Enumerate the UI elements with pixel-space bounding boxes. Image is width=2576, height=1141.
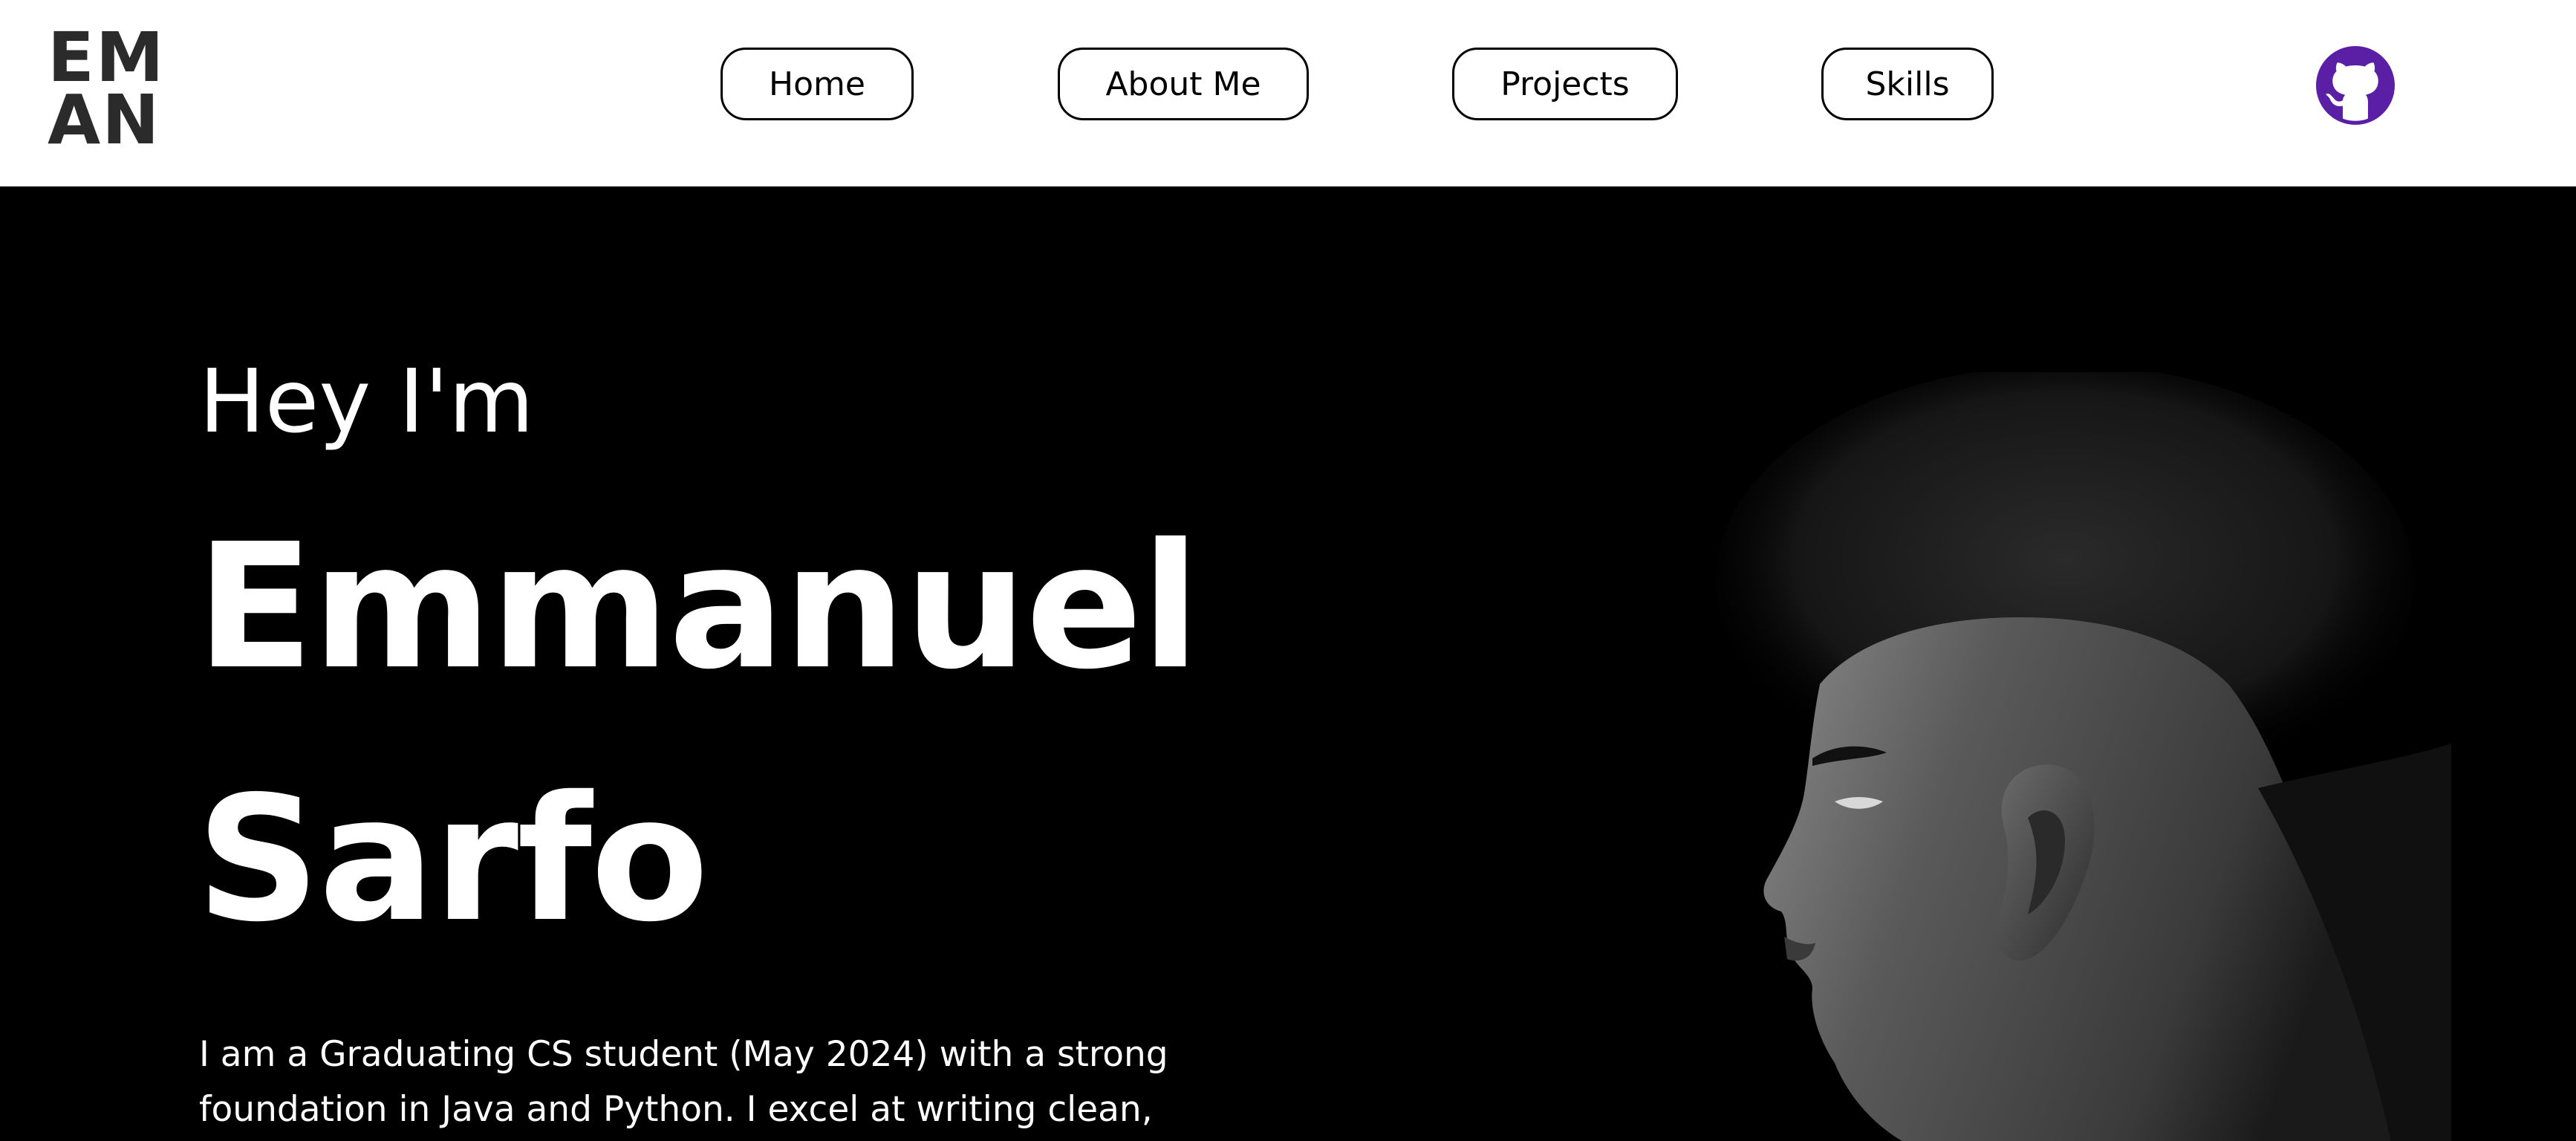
hero-first-name: Emmanuel xyxy=(196,507,1200,707)
hero-greeting: Hey I'm xyxy=(199,350,534,452)
hero-last-name: Sarfo xyxy=(196,759,709,960)
hero-bio: I am a Graduating CS student (May 2024) … xyxy=(199,1034,1168,1130)
nav-home-button[interactable]: Home xyxy=(721,48,914,120)
github-icon[interactable] xyxy=(2316,46,2395,125)
portfolio-page: EM AN Home About Me Projects Skills Hey … xyxy=(0,0,2576,1141)
hero-section: Hey I'm Emmanuel Sarfo I am a Graduating… xyxy=(0,186,2576,1141)
nav-skills-button[interactable]: Skills xyxy=(1821,48,1994,120)
nav-projects-button[interactable]: Projects xyxy=(1452,48,1678,120)
logo-line-2: AN xyxy=(48,80,161,160)
site-logo[interactable]: EM AN xyxy=(48,24,174,160)
nav-about-me-button[interactable]: About Me xyxy=(1058,48,1309,120)
top-navbar: EM AN Home About Me Projects Skills xyxy=(0,0,2576,186)
profile-photo xyxy=(1716,372,2451,1141)
